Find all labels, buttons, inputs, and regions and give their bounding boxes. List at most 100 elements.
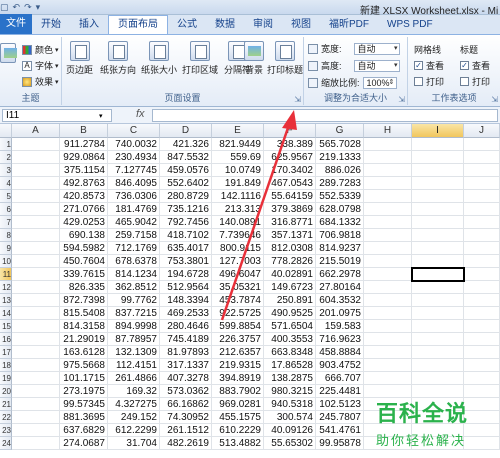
cell[interactable]: [12, 320, 60, 333]
tab-2[interactable]: 插入: [70, 16, 108, 34]
cell[interactable]: [464, 216, 500, 229]
cell[interactable]: 513.4882: [212, 437, 264, 450]
cell[interactable]: 922.5725: [212, 307, 264, 320]
cell[interactable]: 55.64159: [264, 190, 316, 203]
cell[interactable]: 148.3394: [160, 294, 212, 307]
cell[interactable]: 886.026: [316, 164, 364, 177]
cell[interactable]: [412, 151, 464, 164]
cell[interactable]: 280.8729: [160, 190, 212, 203]
cell[interactable]: 512.9564: [160, 281, 212, 294]
cell[interactable]: 814.3158: [60, 320, 108, 333]
cell[interactable]: 881.3695: [60, 411, 108, 424]
scale-launcher-icon[interactable]: ⇲: [398, 95, 405, 104]
cell[interactable]: 99.95878: [316, 437, 364, 450]
column-header-D[interactable]: D: [160, 124, 212, 138]
cell[interactable]: 142.1116: [212, 190, 264, 203]
cell[interactable]: [412, 372, 464, 385]
cell[interactable]: [464, 307, 500, 320]
cell[interactable]: 846.4095: [108, 177, 160, 190]
print-titles-button[interactable]: 打印标题: [267, 41, 303, 76]
cell[interactable]: [364, 216, 412, 229]
cell[interactable]: 27.80164: [316, 281, 364, 294]
insert-function-icon[interactable]: fx: [136, 108, 145, 120]
cell[interactable]: [12, 242, 60, 255]
cell[interactable]: [364, 372, 412, 385]
column-header-E[interactable]: E: [212, 124, 264, 138]
cell[interactable]: 541.4761: [316, 424, 364, 437]
cell[interactable]: 883.7902: [212, 385, 264, 398]
cell[interactable]: 800.9115: [212, 242, 264, 255]
cell[interactable]: [464, 190, 500, 203]
page-setup-launcher-icon[interactable]: ⇲: [294, 95, 301, 104]
cell[interactable]: 213.313: [212, 203, 264, 216]
cell[interactable]: [12, 411, 60, 424]
cell[interactable]: [12, 138, 60, 151]
cell[interactable]: 201.0975: [316, 307, 364, 320]
row-header[interactable]: 9: [0, 242, 12, 255]
row-header[interactable]: 6: [0, 203, 12, 216]
row-header[interactable]: 2: [0, 151, 12, 164]
cell[interactable]: 559.69: [212, 151, 264, 164]
cell[interactable]: 940.5318: [264, 398, 316, 411]
cell[interactable]: 635.4017: [160, 242, 212, 255]
cell[interactable]: [412, 190, 464, 203]
cell[interactable]: [464, 177, 500, 190]
row-header[interactable]: 12: [0, 281, 12, 294]
cell[interactable]: 35.05321: [212, 281, 264, 294]
print-area-button[interactable]: 打印区域: [182, 41, 218, 76]
cell[interactable]: 40.09126: [264, 424, 316, 437]
cell[interactable]: 159.583: [316, 320, 364, 333]
column-header-F[interactable]: F: [264, 124, 316, 138]
cell[interactable]: [12, 190, 60, 203]
cell[interactable]: [364, 229, 412, 242]
cell[interactable]: [412, 294, 464, 307]
cell[interactable]: 87.78957: [108, 333, 160, 346]
cell[interactable]: 815.5408: [60, 307, 108, 320]
row-header[interactable]: 19: [0, 372, 12, 385]
cell[interactable]: 259.7158: [108, 229, 160, 242]
sheet-options-launcher-icon[interactable]: ⇲: [491, 95, 498, 104]
cell[interactable]: 375.1154: [60, 164, 108, 177]
cell[interactable]: [412, 320, 464, 333]
cell[interactable]: 467.0543: [264, 177, 316, 190]
cell[interactable]: 612.2299: [108, 424, 160, 437]
cell[interactable]: [464, 164, 500, 177]
cell[interactable]: 455.1575: [212, 411, 264, 424]
cell[interactable]: 465.9042: [108, 216, 160, 229]
cell[interactable]: [364, 190, 412, 203]
cell[interactable]: 429.0253: [60, 216, 108, 229]
cell[interactable]: 490.9525: [264, 307, 316, 320]
cell[interactable]: [464, 346, 500, 359]
orientation-button[interactable]: 纸张方向: [100, 41, 136, 76]
cell[interactable]: [12, 424, 60, 437]
cell[interactable]: [364, 281, 412, 294]
cell[interactable]: 980.3215: [264, 385, 316, 398]
cell[interactable]: [12, 177, 60, 190]
cell[interactable]: 450.7604: [60, 255, 108, 268]
cell[interactable]: [364, 151, 412, 164]
cell[interactable]: 99.57345: [60, 398, 108, 411]
size-button[interactable]: 纸张大小: [141, 41, 177, 76]
cell[interactable]: 826.335: [60, 281, 108, 294]
cell[interactable]: [464, 203, 500, 216]
row-header[interactable]: 10: [0, 255, 12, 268]
cell[interactable]: 407.3278: [160, 372, 212, 385]
column-header-G[interactable]: G: [316, 124, 364, 138]
cell[interactable]: [364, 359, 412, 372]
effects-button[interactable]: 效果 ▾: [22, 75, 59, 88]
cell[interactable]: [464, 151, 500, 164]
cell[interactable]: [12, 294, 60, 307]
name-box[interactable]: I11 ▾: [2, 109, 112, 122]
cell[interactable]: 74.30952: [160, 411, 212, 424]
cell[interactable]: [12, 164, 60, 177]
cell[interactable]: 138.2875: [264, 372, 316, 385]
headings-view-checkbox[interactable]: ✓ 查看: [460, 59, 490, 72]
redo-icon[interactable]: ↷: [24, 2, 32, 13]
cell[interactable]: 17.86528: [264, 359, 316, 372]
cell[interactable]: [364, 164, 412, 177]
cell[interactable]: 492.8763: [60, 177, 108, 190]
cell[interactable]: [464, 255, 500, 268]
cell[interactable]: [412, 216, 464, 229]
row-header[interactable]: 1: [0, 138, 12, 151]
cell[interactable]: 610.2229: [212, 424, 264, 437]
